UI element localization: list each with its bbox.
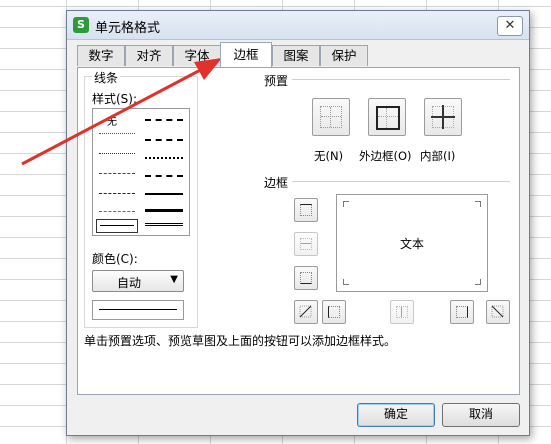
cancel-button[interactable]: 取消: [442, 403, 520, 427]
border-outline-icon: [376, 106, 400, 130]
diagonal-down-icon: [491, 305, 504, 318]
border-divider: [292, 181, 510, 182]
border-none-icon: [320, 106, 342, 128]
border-bottom-button[interactable]: [294, 266, 318, 290]
line-style-option[interactable]: [99, 133, 135, 134]
preview-text: 文本: [399, 237, 424, 251]
border-horizontal-inside-button[interactable]: [294, 232, 318, 256]
tab-font[interactable]: 字体: [173, 45, 221, 66]
line-style-label: 样式(S):: [90, 90, 140, 107]
line-style-list[interactable]: 无: [92, 108, 190, 236]
border-left-button[interactable]: [322, 300, 346, 324]
border-vertical-icon: [396, 306, 408, 318]
line-style-option[interactable]: [145, 157, 183, 159]
line-style-option[interactable]: [145, 175, 183, 177]
presets-divider: [292, 79, 510, 80]
color-dropdown[interactable]: 自动 ▼: [92, 270, 184, 292]
border-diagonal-up-button[interactable]: [294, 300, 318, 324]
border-horizontal-icon: [300, 238, 312, 250]
line-style-selected[interactable]: [96, 219, 138, 233]
line-style-none[interactable]: 无: [107, 113, 117, 128]
border-inside-icon: [431, 105, 455, 129]
close-button[interactable]: ✕: [497, 16, 523, 36]
line-color-preview: [92, 300, 184, 320]
line-group-title: 线条: [92, 69, 121, 86]
line-style-option[interactable]: [145, 193, 183, 195]
preset-none-button[interactable]: [312, 98, 350, 136]
border-diagonal-down-button[interactable]: [486, 300, 510, 324]
border-section-title: 边框: [264, 176, 289, 190]
border-bottom-icon: [300, 272, 312, 284]
presets-title: 预置: [264, 74, 289, 88]
hint-text: 单击预置选项、预览草图及上面的按钮可以添加边框样式。: [84, 334, 397, 348]
preset-inside-label: 内部(I): [420, 149, 456, 163]
line-style-option[interactable]: [99, 173, 135, 174]
line-style-option[interactable]: [99, 153, 135, 154]
tab-number[interactable]: 数字: [77, 45, 125, 66]
border-right-icon: [456, 306, 468, 318]
tab-alignment[interactable]: 对齐: [125, 45, 173, 66]
border-vertical-inside-button[interactable]: [390, 300, 414, 324]
preset-outline-button[interactable]: [368, 98, 406, 136]
dropdown-arrow-icon: ▼: [170, 274, 178, 285]
preset-none-label: 无(N): [314, 149, 344, 163]
tab-protection[interactable]: 保护: [320, 45, 368, 66]
dialog-title: 单元格格式: [95, 21, 161, 36]
line-style-option[interactable]: [145, 223, 183, 226]
border-top-icon: [300, 204, 312, 216]
tab-pattern[interactable]: 图案: [272, 45, 320, 66]
preset-outline-label: 外边框(O): [359, 149, 412, 163]
title-bar: S 单元格格式 ✕: [67, 11, 529, 40]
diagonal-up-icon: [299, 305, 312, 318]
line-style-option[interactable]: [145, 119, 183, 121]
format-cells-dialog: S 单元格格式 ✕ 数字 对齐 字体 边框 图案 保护 线条 样式(S): 无: [66, 10, 530, 436]
line-style-option[interactable]: [145, 209, 183, 212]
color-label: 颜色(C):: [90, 250, 140, 267]
border-left-icon: [328, 306, 340, 318]
line-style-option[interactable]: [145, 139, 183, 141]
wps-app-icon: S: [73, 17, 89, 33]
border-right-button[interactable]: [450, 300, 474, 324]
preset-inside-button[interactable]: [424, 98, 462, 136]
line-style-option[interactable]: [99, 211, 135, 212]
ok-button[interactable]: 确定: [357, 403, 435, 427]
border-top-button[interactable]: [294, 198, 318, 222]
border-tab-panel: 线条 样式(S): 无 颜色(C): 自动 ▼ 预置 无(N) 外边框(O) 内…: [77, 67, 520, 395]
line-style-option[interactable]: [99, 193, 135, 194]
border-preview[interactable]: 文本: [336, 194, 488, 292]
color-value: 自动: [117, 276, 142, 290]
tab-border[interactable]: 边框: [220, 42, 272, 67]
